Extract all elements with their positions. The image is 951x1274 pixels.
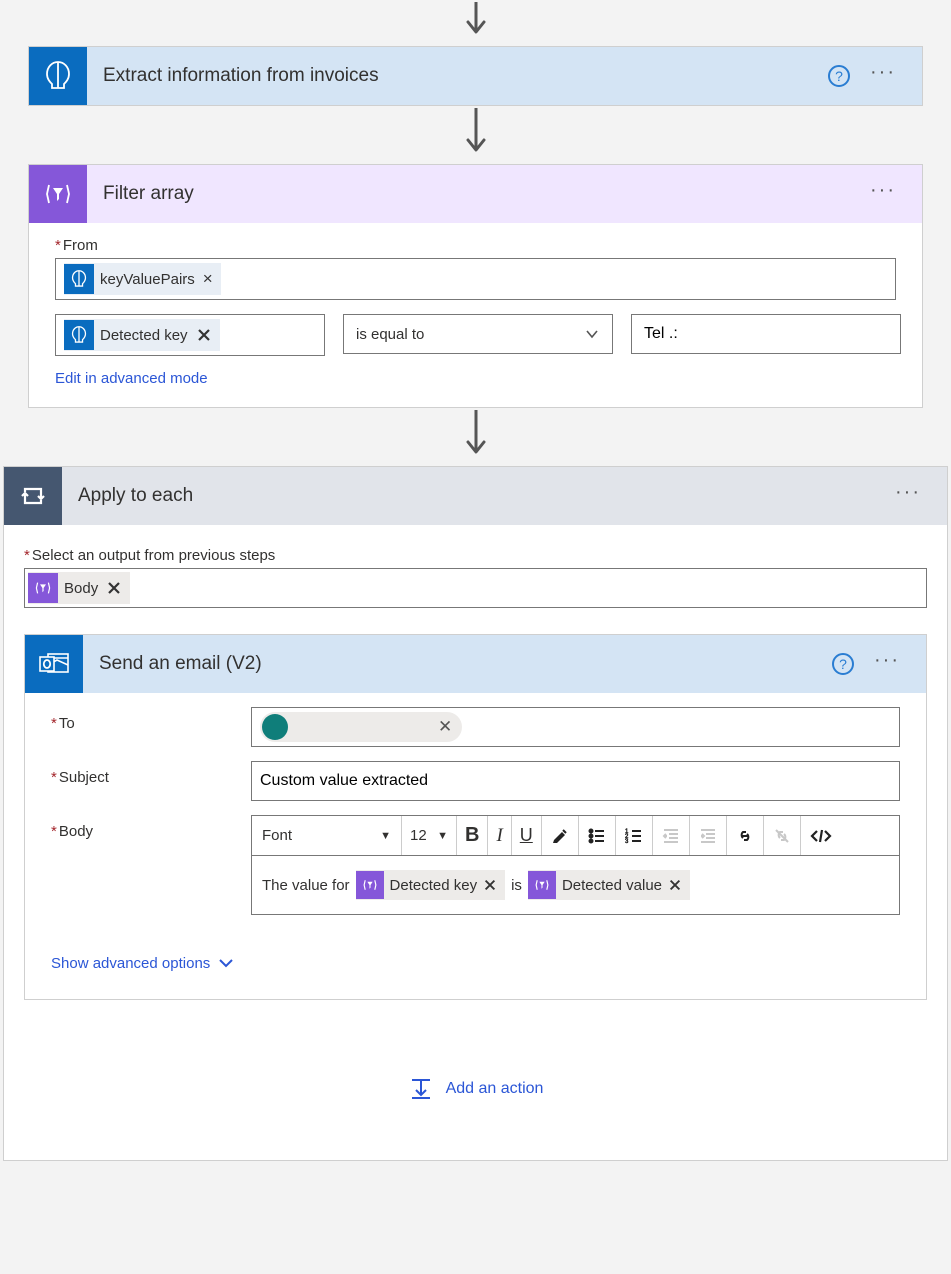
caret-down-icon: ▼ [437, 830, 448, 842]
insert-step-icon [408, 1076, 434, 1102]
avatar [262, 714, 288, 740]
step-header[interactable]: Apply to each ··· [4, 467, 947, 525]
body-text: is [511, 877, 522, 894]
unlink-button[interactable] [764, 816, 801, 855]
arrow-connector [0, 408, 951, 466]
token-remove-icon[interactable] [194, 327, 212, 343]
chevron-down-icon [216, 953, 236, 973]
step-header[interactable]: Filter array ··· [29, 165, 922, 223]
italic-button[interactable]: I [488, 816, 511, 855]
font-size-select[interactable]: 12 ▼ [402, 816, 457, 855]
bold-button[interactable]: B [457, 816, 488, 855]
step-title: Send an email (V2) [83, 653, 832, 675]
body-label: Body [51, 815, 251, 840]
token-label: Detected key [100, 327, 188, 344]
token-label: Body [64, 580, 98, 597]
indent-button[interactable] [690, 816, 727, 855]
step-filter-array: Filter array ··· From keyValuePairs × [28, 164, 923, 408]
body-text: The value for [262, 877, 350, 894]
step-header[interactable]: Send an email (V2) ? ··· [25, 635, 926, 693]
edit-advanced-mode-link[interactable]: Edit in advanced mode [55, 370, 208, 387]
condition-value[interactable] [644, 325, 888, 343]
number-list-button[interactable]: 123 [616, 816, 653, 855]
token-remove-icon[interactable] [104, 580, 122, 596]
arrow-connector [0, 0, 951, 46]
svg-text:3: 3 [625, 839, 629, 845]
add-action-label: Add an action [446, 1080, 544, 1098]
select-output-input[interactable]: Body [24, 568, 927, 608]
chevron-down-icon [584, 326, 600, 342]
step-extract-invoices: Extract information from invoices ? ··· [28, 46, 923, 106]
token-remove-icon[interactable] [483, 878, 497, 892]
condition-right-input[interactable] [631, 314, 901, 354]
show-advanced-label: Show advanced options [51, 955, 210, 972]
body-editor[interactable]: The value for Detected key is [251, 855, 900, 915]
show-advanced-options-link[interactable]: Show advanced options [51, 953, 236, 973]
data-operation-icon [356, 871, 384, 899]
step-title: Extract information from invoices [87, 65, 828, 87]
token-body[interactable]: Body [28, 572, 130, 604]
token-label: Detected key [390, 877, 478, 894]
operator-value: is equal to [356, 326, 424, 343]
subject-label: Subject [51, 761, 251, 786]
more-menu-icon[interactable]: ··· [870, 72, 896, 80]
highlight-button[interactable] [542, 816, 579, 855]
subject-input[interactable] [251, 761, 900, 801]
data-operation-icon [528, 871, 556, 899]
to-input[interactable]: ✕ [251, 707, 900, 747]
filter-icon [29, 165, 87, 223]
condition-operator-select[interactable]: is equal to [343, 314, 613, 354]
token-keyvaluepairs[interactable]: keyValuePairs × [64, 263, 221, 295]
token-label: keyValuePairs [100, 271, 195, 288]
token-detected-key[interactable]: Detected key [64, 319, 220, 351]
bullet-list-button[interactable] [579, 816, 616, 855]
token-detected-key[interactable]: Detected key [356, 870, 506, 900]
token-detected-value[interactable]: Detected value [528, 870, 690, 900]
help-icon[interactable]: ? [832, 653, 854, 675]
more-menu-icon[interactable]: ··· [874, 660, 900, 668]
richtext-toolbar: Font ▼ 12 ▼ B I U [251, 815, 900, 855]
step-header[interactable]: Extract information from invoices ? ··· [29, 47, 922, 105]
ai-builder-icon [29, 47, 87, 105]
recipient-chip[interactable]: ✕ [260, 712, 462, 742]
to-label: To [51, 707, 251, 732]
outdent-button[interactable] [653, 816, 690, 855]
link-button[interactable] [727, 816, 764, 855]
token-remove-icon[interactable]: × [201, 269, 213, 289]
font-label: Font [262, 827, 292, 844]
caret-down-icon: ▼ [380, 830, 391, 842]
token-remove-icon[interactable] [668, 878, 682, 892]
chip-remove-icon[interactable]: ✕ [438, 717, 452, 737]
more-menu-icon[interactable]: ··· [895, 492, 921, 500]
add-action-button[interactable]: Add an action [408, 1076, 544, 1102]
loop-icon [4, 467, 62, 525]
ai-builder-icon [64, 320, 94, 350]
arrow-connector [0, 106, 951, 164]
underline-button[interactable]: U [512, 816, 542, 855]
step-title: Filter array [87, 183, 870, 205]
subject-value[interactable] [260, 772, 891, 790]
more-menu-icon[interactable]: ··· [870, 190, 896, 198]
font-size-value: 12 [410, 827, 427, 844]
font-select[interactable]: Font ▼ [252, 816, 402, 855]
step-apply-to-each: Apply to each ··· Select an output from … [3, 466, 948, 1161]
step-title: Apply to each [62, 485, 895, 507]
help-icon[interactable]: ? [828, 65, 850, 87]
code-view-button[interactable] [801, 816, 841, 855]
ai-builder-icon [64, 264, 94, 294]
data-operation-icon [28, 573, 58, 603]
outlook-icon [25, 635, 83, 693]
from-input[interactable]: keyValuePairs × [55, 258, 896, 300]
step-send-email: Send an email (V2) ? ··· To [24, 634, 927, 1000]
from-label: From [55, 237, 896, 254]
condition-left-input[interactable]: Detected key [55, 314, 325, 356]
select-output-label: Select an output from previous steps [24, 547, 927, 564]
token-label: Detected value [562, 877, 662, 894]
